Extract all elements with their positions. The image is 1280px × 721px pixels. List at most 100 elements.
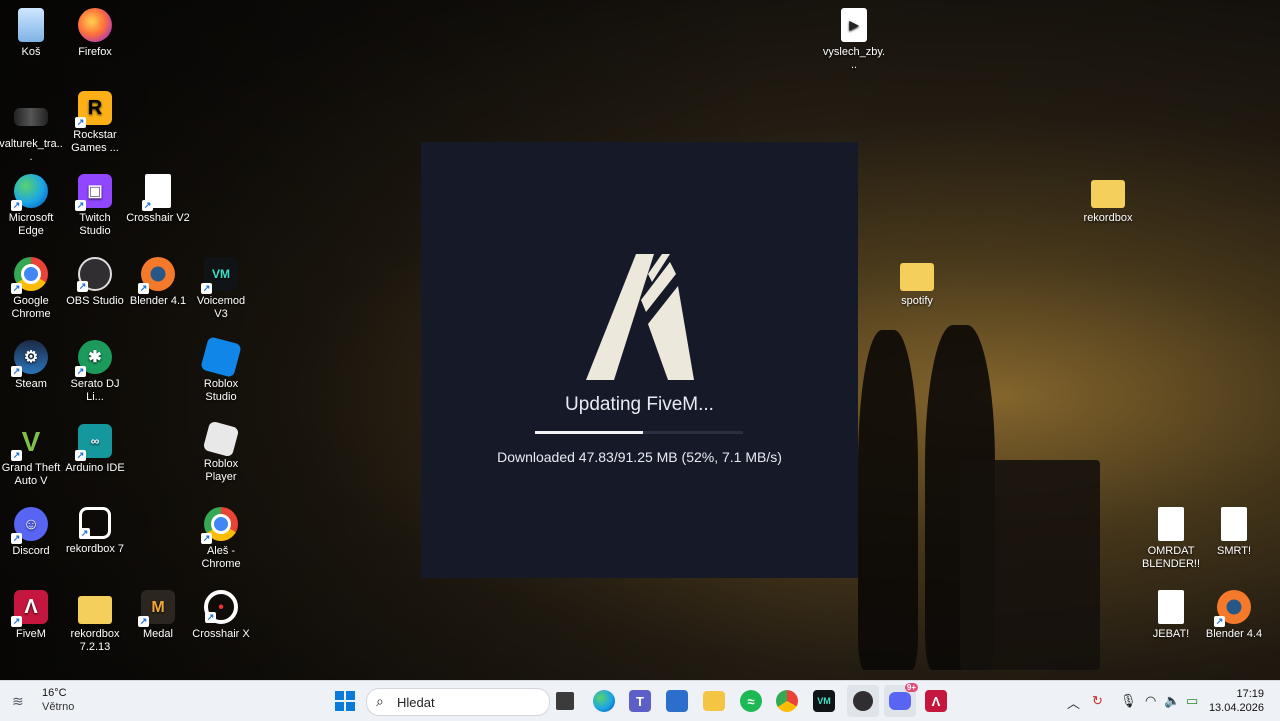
wallpaper-crate (960, 460, 1100, 670)
desktop-icon-omrdat-blender[interactable]: OMRDAT BLENDER!! (1139, 507, 1203, 571)
notification-badge: 9+ (904, 683, 918, 692)
fivem-taskbar-icon[interactable]: Λ (925, 690, 947, 712)
rekordbox-icon: ↗ (79, 507, 111, 539)
download-status: Downloaded 47.83/91.25 MB (52%, 7.1 MB/s… (497, 449, 782, 465)
desktop-icon-rekordbox-folder[interactable]: rekordbox (1076, 174, 1140, 225)
desktop-icon-serato[interactable]: ✱ ↗ Serato DJ Li... (63, 340, 127, 404)
twitch-icon: ▣ ↗ (75, 174, 112, 211)
firefox-icon (78, 8, 112, 42)
chrome-taskbar-icon[interactable] (776, 690, 798, 712)
fivem-icon: Λ ↗ (11, 590, 48, 627)
volume-icon[interactable]: 🔈 (1164, 693, 1180, 709)
wallpaper-figure (858, 330, 918, 670)
desktop-icon-crosshair-x[interactable]: • ↗ Crosshair X (189, 590, 253, 641)
file-icon (1221, 507, 1247, 541)
desktop-icon-roblox-studio[interactable]: Roblox Studio (189, 336, 253, 404)
desktop-icon-steam[interactable]: ⚙ ↗ Steam (0, 340, 63, 391)
desktop-icon-twitch-studio[interactable]: ▣ ↗ Twitch Studio (63, 174, 127, 238)
spotify-icon[interactable]: ≈ (740, 690, 762, 712)
serato-icon: ✱ ↗ (75, 340, 112, 377)
file-explorer-icon[interactable] (703, 691, 725, 711)
roblox-studio-icon (200, 336, 242, 378)
battery-icon[interactable]: ▭ (1186, 693, 1198, 709)
obs-taskbar-icon (853, 691, 873, 711)
desktop-icon-fivem[interactable]: Λ ↗ FiveM (0, 590, 63, 641)
desktop-icon-blender-41[interactable]: ↗ Blender 4.1 (126, 257, 190, 308)
folder-icon (78, 596, 112, 624)
desktop-icon-crosshair-v2[interactable]: ↗ Crosshair V2 (126, 174, 190, 225)
arduino-icon: ∞ ↗ (75, 424, 112, 461)
search-icon: ⌕ (376, 693, 384, 709)
recycle-bin-icon (18, 8, 44, 42)
taskbar-search[interactable]: ⌕ Hledat (366, 688, 550, 716)
rockstar-icon: R ↗ (75, 91, 112, 128)
voicemod-taskbar-icon[interactable]: VM (813, 690, 835, 712)
desktop-icon-jebat[interactable]: JEBAT! (1139, 590, 1203, 641)
desktop-icon-chrome[interactable]: ↗ Google Chrome (0, 257, 63, 321)
desktop-icon-rekordbox7[interactable]: ↗ rekordbox 7 (63, 507, 127, 556)
microphone-icon[interactable]: 🎙 (1120, 693, 1137, 709)
edge-icon: ↗ (11, 174, 48, 211)
desktop-icon-medal[interactable]: M ↗ Medal (126, 590, 190, 641)
edge-taskbar-icon[interactable] (593, 690, 615, 712)
fivem-logo-icon (586, 254, 694, 380)
store-icon[interactable] (666, 690, 688, 712)
search-placeholder: Hledat (397, 695, 435, 710)
desktop-icon-image[interactable]: valturek_tra... (0, 100, 63, 164)
desktop-icon-roblox-player[interactable]: Roblox Player (189, 420, 253, 484)
desktop-icon-edge[interactable]: ↗ Microsoft Edge (0, 174, 63, 238)
clock-date: 13.04.2026 (1208, 702, 1264, 714)
discord-icon: ☺ ↗ (11, 507, 48, 544)
folder-icon (900, 263, 934, 291)
obs-icon: ↗ (77, 257, 112, 292)
desktop-icon-spotify-folder[interactable]: spotify (885, 257, 949, 308)
desktop-icon-recycle-bin[interactable]: Koš (0, 8, 63, 59)
clock-time: 17:19 (1236, 688, 1264, 700)
fivem-update-dialog: Updating FiveM... Downloaded 47.83/91.25… (421, 142, 858, 578)
desktop-icon-arduino[interactable]: ∞ ↗ Arduino IDE (63, 424, 127, 475)
desktop-icon-smrt[interactable]: SMRT! (1202, 507, 1266, 558)
weather-temp: 16°C (42, 687, 67, 699)
chrome-icon: ↗ (11, 257, 48, 294)
image-thumbnail-icon (14, 108, 48, 126)
task-view-icon[interactable] (556, 692, 574, 710)
progress-fill (535, 431, 644, 434)
discord-taskbar-button[interactable]: 9+ (884, 683, 918, 717)
desktop-icon-obs[interactable]: ↗ OBS Studio (63, 257, 127, 308)
file-icon (1158, 590, 1184, 624)
desktop-icon-rockstar[interactable]: R ↗ Rockstar Games ... (63, 91, 127, 155)
obs-taskbar-button[interactable] (847, 685, 879, 717)
desktop-icon-voicemod[interactable]: VM ↗ Voicemod V3 (189, 257, 253, 321)
desktop-icon-chrome-profile[interactable]: ↗ Aleš - Chrome (189, 507, 253, 571)
update-title: Updating FiveM... (565, 394, 714, 415)
desktop-icon-firefox[interactable]: Firefox (63, 8, 127, 59)
discord-taskbar-icon (889, 692, 911, 710)
file-icon (1158, 507, 1184, 541)
progress-bar (535, 431, 743, 434)
steam-icon: ⚙ ↗ (11, 340, 48, 377)
wifi-icon[interactable]: ◠ (1145, 693, 1156, 709)
desktop-icon-discord[interactable]: ☺ ↗ Discord (0, 507, 63, 558)
medal-icon: M ↗ (138, 590, 175, 627)
desktop-icon-gta[interactable]: V ↗ Grand Theft Auto V (0, 424, 63, 488)
voicemod-icon: VM ↗ (201, 257, 238, 294)
blender-icon: ↗ (138, 257, 175, 294)
desktop-icon-rekordbox-folder-2[interactable]: rekordbox 7.2.13 (63, 590, 127, 654)
crosshair-icon: • ↗ (204, 590, 238, 624)
teams-icon[interactable]: T (629, 690, 651, 712)
desktop-icon-video-file[interactable]: ▶ vyslech_zby... (822, 8, 886, 72)
desktop-icon-blender-44[interactable]: ↗ Blender 4.4 (1202, 590, 1266, 641)
system-clock[interactable]: 17:19 13.04.2026 (1209, 687, 1264, 715)
sync-icon[interactable]: ↻ (1092, 693, 1103, 709)
video-file-icon: ▶ (841, 8, 867, 42)
tray-overflow-icon[interactable]: ︿ (1067, 693, 1080, 712)
taskbar: ≋ 16°C Větrno ⌕ Hledat T ≈ VM 9+ Λ ︿ ↻ 🎙… (0, 680, 1280, 721)
roblox-icon (202, 420, 240, 458)
start-button[interactable] (332, 688, 358, 714)
gta-icon: V ↗ (11, 425, 41, 461)
folder-icon (1091, 180, 1125, 208)
weather-desc: Větrno (42, 701, 75, 713)
chrome-profile-icon: ↗ (201, 507, 238, 544)
blender-icon: ↗ (1214, 590, 1251, 627)
file-icon: ↗ (142, 174, 171, 211)
